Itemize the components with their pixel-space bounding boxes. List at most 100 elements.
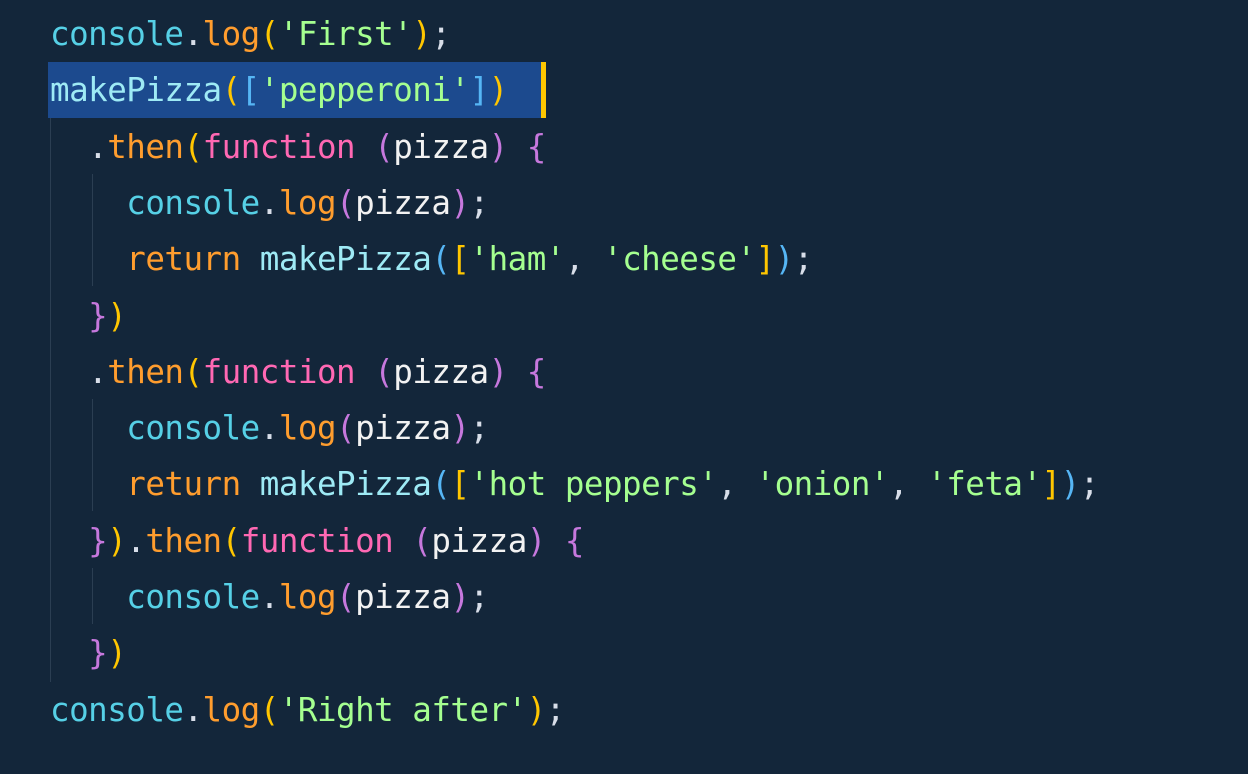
code-token: function [202,352,356,391]
code-line[interactable]: console.log('Right after'); [50,682,565,738]
code-token: pizza [355,409,451,448]
code-token: ) [107,634,127,673]
code-token: pizza [393,127,489,166]
code-line[interactable]: console.log(pizza); [50,400,489,456]
code-token: ) [107,521,127,560]
code-line[interactable]: return makePizza(['ham', 'cheese']); [50,231,813,287]
code-token: ; [469,578,490,616]
code-token: console [50,15,184,53]
code-line[interactable]: }).then(function (pizza) { [50,513,584,569]
code-token: 'feta' [927,465,1042,504]
code-token: ( [336,409,356,448]
code-token: 'ham' [469,240,566,279]
code-line[interactable]: .then(function (pizza) { [50,344,546,400]
code-token: console [50,409,260,448]
code-token: function [202,127,356,166]
code-token: console [50,690,184,729]
code-token: } [50,521,108,560]
code-token: ; [431,15,451,53]
code-token: ( [336,578,356,616]
code-token: . [50,352,108,391]
code-token: log [202,15,261,53]
code-token: log [278,183,337,222]
code-line[interactable]: console.log(pizza); [50,569,489,625]
code-token: makePizza [259,240,432,279]
code-token: ) [107,296,127,335]
code-token: ( [374,127,394,166]
code-token: ) [450,409,470,448]
code-token: ; [545,690,566,729]
code-token: . [259,409,280,448]
code-token: console [50,183,260,222]
code-token: return [50,465,241,504]
code-token: , [717,465,756,504]
code-token: ] [1041,465,1062,504]
code-token: 'pepperoni' [259,71,470,110]
code-token: 'hot peppers' [469,465,718,504]
code-token: ( [336,183,356,222]
code-line[interactable]: console.log('First'); [50,6,451,62]
code-token: pizza [355,183,451,222]
code-line[interactable]: console.log(pizza); [50,175,489,231]
code-token: ) [450,183,470,222]
code-token: . [183,15,203,53]
code-line[interactable]: .then(function (pizza) { [50,119,546,175]
code-token: ( [431,465,451,504]
code-token: ) [488,127,509,166]
code-token: ; [1079,465,1100,504]
code-token: console [50,578,260,616]
code-token: ( [221,71,242,110]
code-token: ( [259,15,280,53]
code-token: ) [412,15,432,53]
code-token: pizza [355,578,451,616]
code-token: ] [755,240,776,279]
text-cursor [541,62,546,118]
code-token: makePizza [50,71,222,110]
code-token: log [278,578,337,616]
code-token: [ [450,465,470,504]
code-token: { [526,127,547,166]
code-token: ( [183,352,203,391]
code-line[interactable]: makePizza(['pepperoni']) [50,62,508,118]
code-line[interactable]: }) [50,625,127,681]
code-token: { [564,521,585,560]
code-token: ) [450,578,470,616]
code-token: then [145,521,222,560]
code-token: 'First' [278,15,413,53]
code-line[interactable]: return makePizza(['hot peppers', 'onion'… [50,456,1099,512]
code-token: . [259,183,280,222]
code-line[interactable]: }) [50,288,127,344]
code-token: [ [240,71,261,110]
code-token: then [107,127,184,166]
code-token: ) [1060,465,1081,504]
code-token: ; [469,409,490,448]
code-token: ] [469,71,490,110]
code-token: ) [526,690,547,729]
code-token: ) [526,521,547,560]
code-token: then [107,352,184,391]
code-token: } [50,296,108,335]
code-token: ( [431,240,451,279]
code-token: ) [488,71,509,110]
code-token: ( [259,690,280,729]
code-token: , [889,465,928,504]
code-token: { [526,352,547,391]
code-token: pizza [393,352,489,391]
code-token: . [183,690,203,729]
code-token: pizza [431,521,527,560]
code-token: ) [774,240,795,279]
code-token: ; [469,183,490,222]
code-token: 'cheese' [603,240,756,279]
code-token: function [240,521,394,560]
code-token: , [564,240,603,279]
code-token: . [259,578,280,616]
code-editor[interactable]: console.log('First'); makePizza(['peppero… [0,0,1248,774]
